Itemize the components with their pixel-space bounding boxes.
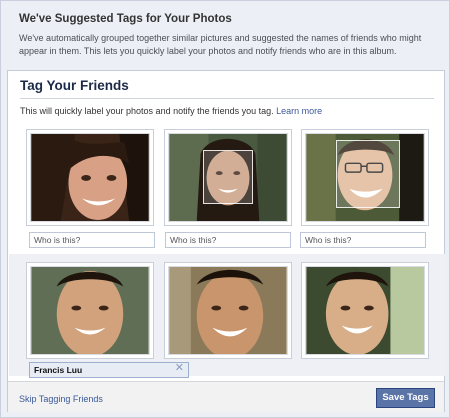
skip-tagging-link[interactable]: Skip Tagging Friends: [19, 394, 103, 404]
save-tags-button[interactable]: Save Tags: [376, 388, 435, 408]
dialog-title: Tag Your Friends: [20, 78, 129, 93]
face-photo-4: [31, 267, 149, 354]
intro-sentence: This will quickly label your photos and …: [20, 106, 274, 116]
who-is-this-input-2[interactable]: Who is this?: [165, 232, 291, 248]
banner-description: We've automatically grouped together sim…: [19, 32, 433, 58]
face-photo-1: [31, 134, 149, 221]
photo-thumbnail-3[interactable]: [301, 129, 429, 226]
tagged-name-field[interactable]: Francis Luu ✕: [29, 362, 189, 378]
photo-image-3: [305, 133, 425, 222]
photo-image-5: [168, 266, 288, 355]
suggested-tags-panel: We've Suggested Tags for Your Photos We'…: [0, 0, 450, 418]
face-photo-6: [306, 267, 424, 354]
photo-image-1: [30, 133, 150, 222]
photo-thumbnail-4[interactable]: [26, 262, 154, 359]
photo-image-4: [30, 266, 150, 355]
face-detection-box: [336, 140, 400, 208]
photo-thumbnail-1[interactable]: [26, 129, 154, 226]
who-is-this-input-1[interactable]: Who is this?: [29, 232, 155, 248]
banner-line-1: We've automatically grouped together sim…: [19, 33, 422, 43]
photo-thumbnail-6[interactable]: [301, 262, 429, 359]
photo-image-6: [305, 266, 425, 355]
suggestion-banner: We've Suggested Tags for Your Photos We'…: [8, 6, 444, 64]
face-photo-5: [169, 267, 287, 354]
face-detection-box: [203, 150, 253, 204]
banner-line-2: appear in them. This lets you quickly la…: [19, 46, 397, 56]
intro-text: This will quickly label your photos and …: [20, 106, 322, 116]
tagged-name-value: Francis Luu: [34, 365, 83, 375]
photo-thumbnail-5[interactable]: [164, 262, 292, 359]
learn-more-link[interactable]: Learn more: [276, 106, 322, 116]
dialog-footer: Skip Tagging Friends Save Tags: [8, 381, 444, 412]
title-divider: [20, 98, 434, 99]
photo-thumbnail-2[interactable]: [164, 129, 292, 226]
tag-friends-dialog: Tag Your Friends This will quickly label…: [7, 70, 445, 412]
clear-tag-icon[interactable]: ✕: [175, 363, 184, 374]
photo-image-2: [168, 133, 288, 222]
who-is-this-input-3[interactable]: Who is this?: [300, 232, 426, 248]
banner-title: We've Suggested Tags for Your Photos: [19, 13, 232, 25]
